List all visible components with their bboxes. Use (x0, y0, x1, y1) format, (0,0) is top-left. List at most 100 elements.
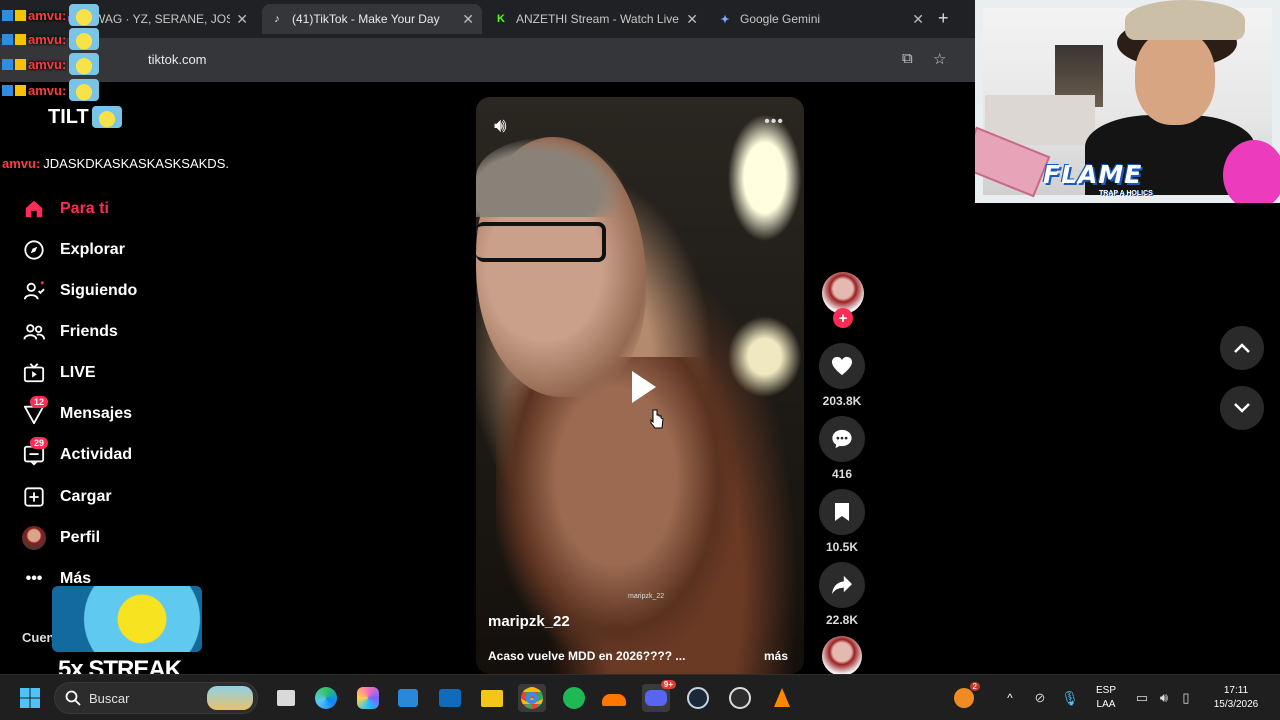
sidebar-item-explorar[interactable]: Explorar (22, 235, 125, 265)
activity-icon: 29 (22, 437, 49, 467)
outlook-icon[interactable] (436, 684, 464, 712)
chat-line: amvu: (2, 79, 100, 101)
play-icon (632, 371, 656, 403)
following-icon (22, 279, 46, 303)
bookmark-star-icon[interactable]: ☆ (933, 50, 946, 68)
tab-tiktok[interactable]: ♪ (41)TikTok - Make Your Day ✕ (262, 4, 482, 34)
sidebar-item-live[interactable]: LIVE (22, 358, 96, 388)
sidebar-item-para-ti[interactable]: Para ti (22, 194, 109, 224)
video-author[interactable]: maripzk_22 (488, 613, 570, 630)
network-off-icon[interactable]: ⊘ (1026, 684, 1054, 712)
mouse-cursor-icon (650, 409, 664, 429)
spotify-icon[interactable] (560, 684, 588, 712)
microphone-icon[interactable]: 🎙︎ (1056, 684, 1084, 712)
edge-icon[interactable] (312, 684, 340, 712)
chat-line: amvu: (2, 28, 100, 50)
steam-icon[interactable] (684, 684, 712, 712)
new-tab-icon[interactable]: + (938, 8, 949, 29)
close-tab-icon[interactable]: ✕ (236, 11, 248, 28)
sidebar-item-actividad[interactable]: 29 Actividad (22, 437, 132, 470)
like-button[interactable] (819, 343, 865, 389)
file-explorer-icon[interactable] (478, 684, 506, 712)
comment-icon (832, 429, 852, 449)
close-tab-icon[interactable]: ✕ (686, 11, 698, 28)
task-view-icon[interactable] (272, 684, 300, 712)
comment-button[interactable] (819, 416, 865, 462)
kick-icon: K (497, 13, 505, 25)
store-icon[interactable] (394, 684, 422, 712)
battery-icon[interactable]: ▯ (1172, 684, 1200, 712)
tray-chevron-up-icon[interactable]: ^ (996, 684, 1024, 712)
profile-avatar (22, 526, 46, 550)
sub-badge-icon (15, 84, 26, 96)
discord-icon[interactable]: 9+ (642, 680, 676, 712)
following-accounts-heading: Cuen (22, 630, 55, 645)
sidebar-item-cargar[interactable]: Cargar (22, 482, 112, 512)
flame-logo-subtitle: TRAP A HOLICS (1099, 190, 1153, 197)
share-icon (832, 575, 852, 595)
chevron-down-icon (1234, 403, 1250, 413)
sidebar-item-mensajes[interactable]: 12 Mensajes (22, 396, 132, 429)
previous-video-button[interactable] (1220, 326, 1264, 370)
vlc-icon[interactable] (768, 684, 796, 712)
flame-logo: FLAME (1043, 160, 1143, 189)
windows-start-icon[interactable] (16, 684, 44, 712)
messages-icon: 12 (22, 396, 49, 426)
chevron-up-icon (1234, 343, 1250, 353)
sidebar-item-perfil[interactable]: Perfil (22, 523, 100, 553)
streak-emote-icon (52, 586, 202, 652)
share-button[interactable] (819, 562, 865, 608)
follow-plus-icon[interactable]: + (833, 308, 853, 328)
language-indicator[interactable]: ESP LAA (1092, 684, 1120, 712)
notification-app-icon[interactable]: 2 (950, 682, 980, 712)
chat-line: amvu: (2, 4, 100, 26)
friends-icon (22, 320, 46, 344)
volume-icon[interactable]: 🔊︎ (494, 115, 507, 138)
windows-taskbar: Buscar 9+ 2 ^ ⊘ 🎙︎ ESP LAA ▭ 🔊︎ ▯ 17:11 … (0, 674, 1280, 720)
close-tab-icon[interactable]: ✕ (912, 11, 924, 28)
mod-badge-icon (2, 33, 13, 45)
upload-icon (22, 485, 46, 509)
install-app-icon[interactable]: ⧉ (902, 50, 913, 67)
webcam-face (1135, 30, 1215, 125)
emote-icon (69, 79, 100, 101)
sidebar-item-siguiendo[interactable]: Siguiendo (22, 276, 137, 306)
sub-badge-icon (15, 33, 26, 45)
next-video-button[interactable] (1220, 386, 1264, 430)
search-highlight-icon (207, 686, 253, 710)
mod-badge-icon (2, 58, 13, 70)
webcam-hat (1125, 0, 1245, 40)
more-icon: ••• (25, 570, 43, 587)
copilot-icon[interactable] (354, 684, 382, 712)
soundcloud-icon[interactable] (600, 684, 628, 712)
tab-gemini[interactable]: ✦ Google Gemini ✕ (710, 4, 932, 34)
save-button[interactable] (819, 489, 865, 535)
chrome-icon[interactable] (518, 684, 546, 712)
next-creator-avatar[interactable] (822, 636, 862, 676)
sidebar-item-friends[interactable]: Friends (22, 317, 118, 347)
comment-count: 416 (831, 467, 853, 481)
discord-badge: 9+ (660, 680, 676, 689)
video-frame-hair (476, 137, 626, 217)
video-frame-arm (496, 357, 736, 657)
taskbar-search[interactable]: Buscar (54, 682, 258, 714)
live-icon (22, 361, 46, 385)
close-tab-icon[interactable]: ✕ (462, 11, 474, 28)
url-field[interactable]: tiktok.com (148, 52, 207, 67)
search-icon (65, 690, 81, 711)
emote-icon (69, 28, 100, 50)
emote-icon (69, 4, 100, 26)
clock[interactable]: 17:11 15/3/2026 (1204, 684, 1268, 712)
video-watermark: maripzk_22 (628, 593, 665, 600)
more-options-icon[interactable]: ••• (764, 113, 784, 131)
play-button[interactable] (622, 367, 662, 407)
tab-anzethi[interactable]: K ANZETHI Stream - Watch Live o ✕ (486, 4, 706, 34)
screen: ■ SWAG · YZ, SERANE, JOSH ✕ ♪ (41)TikTok… (0, 0, 1280, 720)
messages-count-badge: 12 (30, 396, 49, 408)
home-icon (22, 197, 46, 221)
caption-more-link[interactable]: más (764, 649, 788, 663)
webcam-overlay: FLAME TRAP A HOLICS (975, 0, 1280, 203)
bookmark-icon (835, 503, 849, 521)
obs-icon[interactable] (726, 684, 754, 712)
video-player[interactable]: 🔊︎ ••• maripzk_22 maripzk_22 Acaso vuelv… (476, 97, 804, 674)
